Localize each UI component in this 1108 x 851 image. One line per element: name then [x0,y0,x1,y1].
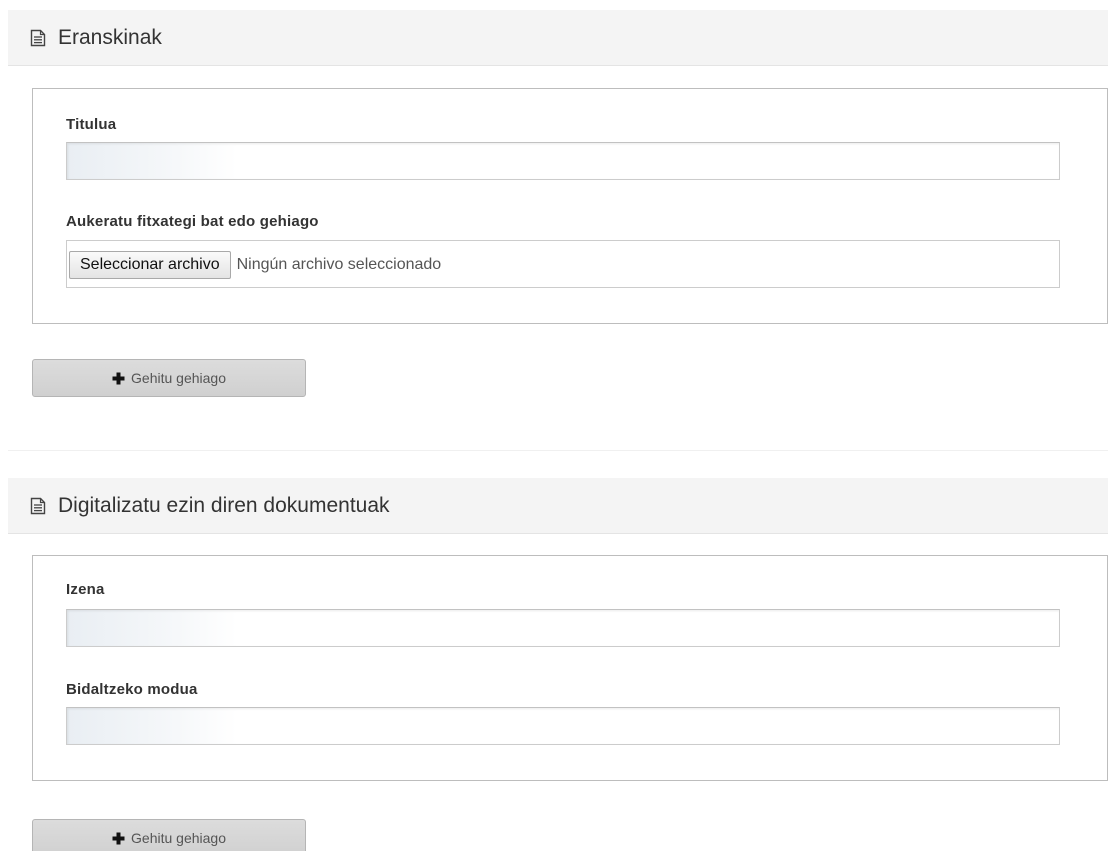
add-more-label: Gehitu gehiago [131,830,226,846]
choose-file-button[interactable]: Seleccionar archivo [69,251,231,279]
file-input[interactable]: Seleccionar archivo Ningún archivo selec… [66,240,1060,288]
plus-icon [112,832,125,845]
non-digital-documents-section: Digitalizatu ezin diren dokumentuak Izen… [8,478,1108,851]
attachments-fieldset: Titulua Aukeratu fitxategi bat edo gehia… [32,88,1108,324]
name-label: Izena [66,581,105,598]
add-more-attachments-button[interactable]: Gehitu gehiago [32,359,306,397]
add-more-label: Gehitu gehiago [131,370,226,386]
page: Eranskinak Titulua Aukeratu fitxategi ba… [0,0,1108,851]
add-more-documents-button[interactable]: Gehitu gehiago [32,819,306,851]
title-input[interactable] [66,142,1060,180]
attachments-title: Eranskinak [58,25,162,49]
non-digital-title: Digitalizatu ezin diren dokumentuak [58,493,390,517]
section-divider [8,450,1108,451]
non-digital-header: Digitalizatu ezin diren dokumentuak [8,478,1108,534]
title-label: Titulua [66,116,117,133]
files-label: Aukeratu fitxategi bat edo gehiago [66,213,319,230]
plus-icon [112,372,125,385]
attachments-header: Eranskinak [8,10,1108,66]
document-icon [30,497,46,515]
send-mode-input[interactable] [66,707,1060,745]
non-digital-fieldset: Izena Bidaltzeko modua [32,555,1108,781]
file-status-text: Ningún archivo seleccionado [236,256,442,273]
document-icon [30,29,46,47]
attachments-section: Eranskinak Titulua Aukeratu fitxategi ba… [8,10,1108,397]
name-input[interactable] [66,609,1060,647]
send-mode-label: Bidaltzeko modua [66,681,198,698]
